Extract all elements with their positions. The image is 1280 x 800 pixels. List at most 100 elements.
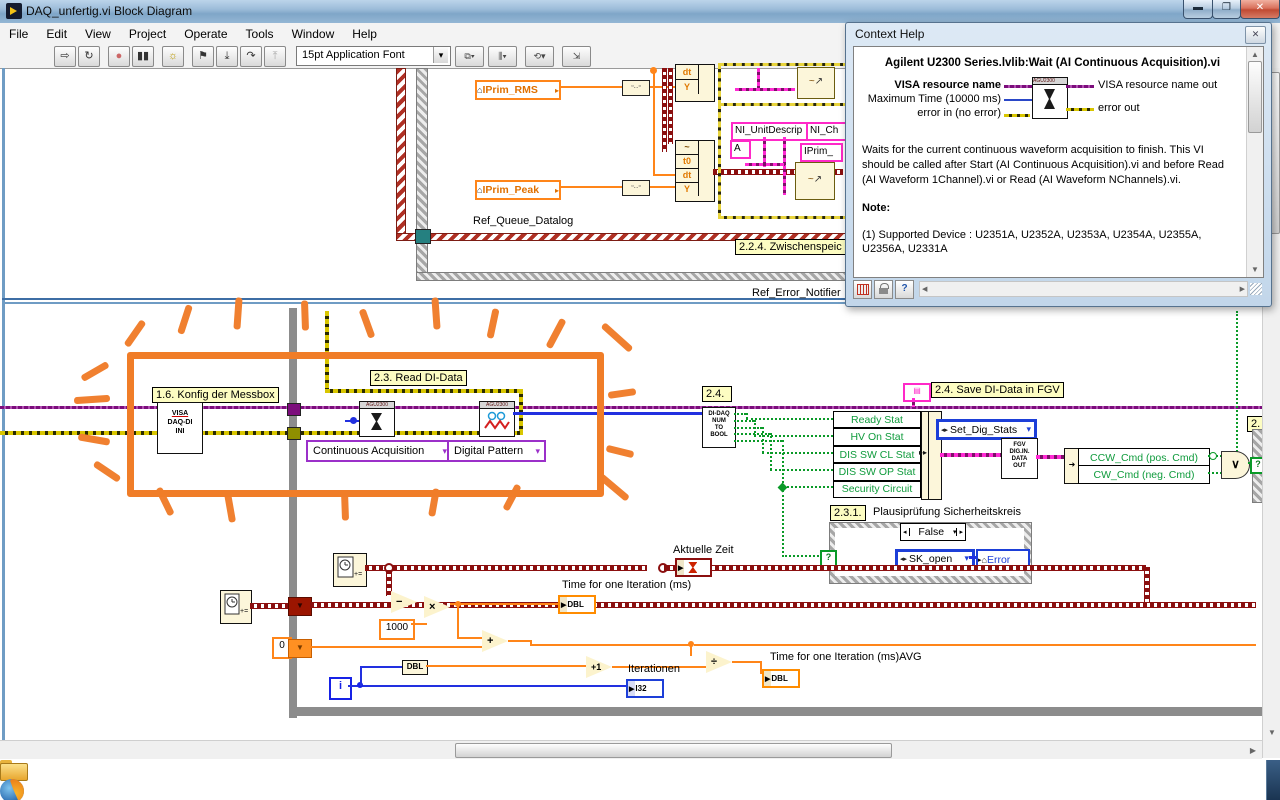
set-dig-stats-enum[interactable]: ◂▸ Set_Dig_Stats: [936, 419, 1037, 440]
firefox-icon: [0, 779, 24, 800]
horizontal-scrollbar[interactable]: ▶: [0, 740, 1262, 759]
pause-icon[interactable]: ▮▮: [132, 45, 154, 67]
title-bar[interactable]: DAQ_unfertig.vi Block Diagram ▬ ❐ ✕: [0, 0, 1280, 24]
time-iter-avg-indicator[interactable]: ▶ DBL: [762, 669, 800, 688]
ni-ch-property[interactable]: NI_Ch: [806, 122, 847, 141]
menu-edit[interactable]: Edit: [37, 25, 76, 43]
menu-help[interactable]: Help: [343, 25, 386, 43]
orange-wire: [310, 646, 483, 648]
context-help-hscrollbar[interactable]: ◀ ▶: [919, 281, 1248, 297]
context-help-window[interactable]: Context Help ✕ Agilent U2300 Series.lvli…: [845, 22, 1272, 307]
scroll-down-icon[interactable]: ▼: [1251, 265, 1259, 274]
scroll-right-icon[interactable]: ▶: [1250, 746, 1256, 755]
global-iprim-rms[interactable]: ⌂ IPrim_RMS ▸: [475, 80, 561, 100]
context-help-vscrollbar[interactable]: ▲ ▼: [1246, 47, 1263, 277]
run-continuous-icon[interactable]: ↻: [78, 45, 100, 67]
orange-wire: [450, 603, 558, 605]
orange-wire: [530, 644, 692, 646]
aktuelle-zeit-indicator[interactable]: ▶: [675, 558, 712, 577]
waveform-property-node[interactable]: ~↗: [795, 162, 835, 200]
step-into-icon[interactable]: ⤓: [216, 45, 238, 67]
distribute-objects-icon[interactable]: ⫼▾: [488, 45, 517, 67]
menu-tools[interactable]: Tools: [237, 25, 283, 43]
fgv-glyph-icon[interactable]: ▤: [903, 383, 931, 402]
increment-node[interactable]: +1: [586, 656, 612, 678]
case-selector[interactable]: ◂ False ▾ ▸: [900, 523, 966, 541]
fgv-dig-in-data-out-vi[interactable]: FGV DIG.IN. DATA OUT: [1001, 438, 1038, 479]
boolean-wire: [770, 433, 772, 470]
font-selector[interactable]: 15pt Application Font: [296, 46, 451, 66]
wire-junction-dot: [650, 67, 657, 74]
menu-file[interactable]: File: [0, 25, 37, 43]
retain-wire-values-icon[interactable]: ⚑: [192, 45, 214, 67]
orange-wire: [457, 637, 483, 639]
highlight-execution-icon[interactable]: ☼: [162, 45, 184, 67]
context-help-title: Context Help: [855, 27, 925, 41]
scroll-right-icon[interactable]: ▶: [1240, 285, 1245, 293]
build-array-node[interactable]: ▫‥▫: [622, 80, 650, 96]
lock-help-icon[interactable]: [874, 279, 893, 299]
build-waveform-node-2[interactable]: ~ t0 dt Y: [675, 140, 715, 202]
global-iprim-peak[interactable]: ⌂ IPrim_Peak ▸: [475, 180, 561, 200]
shift-register-dbl[interactable]: ▼: [288, 639, 312, 658]
desktop: DAQ_unfertig.vi Block Diagram ▬ ❐ ✕ File…: [0, 0, 1280, 800]
timestamp-wire: [666, 565, 1146, 571]
get-datetime-vi[interactable]: +=: [220, 590, 252, 624]
get-datetime-vi-2[interactable]: +=: [333, 553, 367, 587]
taskbar-explorer-button[interactable]: [0, 760, 1280, 781]
time-iter-indicator[interactable]: ▶ DBL: [558, 595, 596, 614]
shift-register-timestamp[interactable]: ▼: [288, 597, 312, 616]
scroll-up-icon[interactable]: ▲: [1251, 50, 1259, 59]
menu-view[interactable]: View: [76, 25, 120, 43]
boolean-wire: [770, 469, 833, 471]
iprim-property[interactable]: IPrim_: [800, 143, 843, 162]
bundle-by-name-node[interactable]: Ready Stat HV On Stat DIS SW CL Stat DIS…: [833, 411, 921, 499]
resize-grip[interactable]: [1250, 283, 1262, 295]
menu-operate[interactable]: Operate: [175, 25, 236, 43]
to-dbl-coercion[interactable]: DBL: [402, 660, 428, 675]
zwischenspeicher-label: 2.2.4. Zwischenspeic: [735, 239, 847, 255]
plausi-label: Plausiprüfung Sicherheitskreis: [873, 506, 1021, 518]
abort-icon[interactable]: ●: [108, 45, 130, 67]
divide-node[interactable]: ÷: [706, 651, 732, 673]
multiply-node[interactable]: ×: [424, 596, 450, 618]
a-constant[interactable]: A: [730, 140, 751, 159]
cleanup-diagram-icon[interactable]: ⇲: [562, 45, 591, 67]
show-desktop-button[interactable]: [1266, 760, 1280, 800]
scroll-left-icon[interactable]: ◀: [922, 285, 927, 293]
restore-button[interactable]: ❐: [1212, 0, 1241, 19]
step-out-icon[interactable]: ⤒: [264, 45, 286, 67]
pink-wire: [1036, 455, 1064, 459]
ni-unitdescrip-property[interactable]: NI_UnitDescrip: [731, 122, 810, 141]
const-1000[interactable]: 1000: [379, 619, 415, 640]
more-help-icon[interactable]: ?: [895, 279, 914, 299]
context-help-close-icon[interactable]: ✕: [1245, 26, 1266, 44]
add-node[interactable]: +: [482, 630, 508, 652]
menu-project[interactable]: Project: [120, 25, 175, 43]
terminal-error-out: error out: [1098, 102, 1140, 114]
build-array-node[interactable]: ▫‥▫: [622, 180, 650, 196]
waveform-property-node[interactable]: ~↗: [797, 67, 835, 99]
close-button[interactable]: ✕: [1240, 0, 1280, 19]
subtract-node[interactable]: −: [391, 591, 417, 613]
minimize-button[interactable]: ▬: [1183, 0, 1213, 19]
orange-wire: [426, 665, 586, 667]
align-objects-icon[interactable]: ⧉▾: [455, 45, 484, 67]
case-next-icon[interactable]: ▸: [956, 528, 965, 536]
taskbar-firefox-button[interactable]: [0, 779, 1280, 800]
menu-window[interactable]: Window: [283, 25, 344, 43]
hourglass-icon: [1044, 89, 1055, 109]
iterationen-indicator[interactable]: ▶ I32: [626, 679, 664, 698]
scroll-down-icon[interactable]: ▼: [1268, 728, 1276, 737]
show-terminals-icon[interactable]: [853, 279, 872, 299]
run-icon[interactable]: ⇨: [54, 45, 76, 67]
reorder-icon[interactable]: ⟲▾: [525, 45, 554, 67]
didaq-num-to-bool-vi[interactable]: DI-DAQ NUM TO BOOL: [702, 407, 736, 448]
case-prev-icon[interactable]: ◂: [901, 528, 910, 536]
horizontal-scrollbar-thumb[interactable]: [455, 743, 892, 758]
step-over-icon[interactable]: ↷: [240, 45, 262, 67]
build-waveform-node-1[interactable]: dt Y: [675, 64, 715, 102]
context-help-vthumb[interactable]: [1248, 61, 1262, 133]
or-gate[interactable]: ∨: [1221, 451, 1250, 479]
iteration-terminal[interactable]: i: [329, 677, 352, 700]
